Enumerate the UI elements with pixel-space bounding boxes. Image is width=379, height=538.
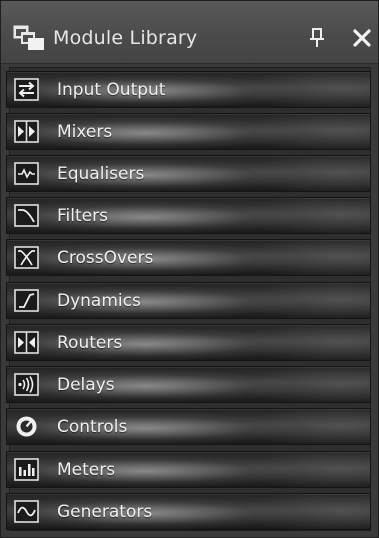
category-label: Mixers: [57, 122, 113, 142]
dynamics-icon: [14, 289, 39, 312]
equaliser-icon: [14, 162, 39, 185]
category-routers[interactable]: Routers: [6, 324, 371, 361]
category-delays[interactable]: Delays: [6, 366, 371, 403]
router-icon: [14, 331, 39, 354]
module-library-panel: Module Library Input Output Mixers Equal…: [0, 0, 379, 538]
category-filters[interactable]: Filters: [6, 197, 371, 234]
pin-icon[interactable]: [306, 26, 328, 50]
stacked-windows-icon: [13, 25, 44, 50]
category-dynamics[interactable]: Dynamics: [6, 282, 371, 319]
category-label: Controls: [57, 417, 128, 437]
control-icon: [16, 416, 37, 437]
input-output-icon: [14, 78, 39, 101]
category-label: Delays: [57, 375, 115, 395]
filter-icon: [14, 204, 39, 227]
generator-icon: [14, 500, 39, 523]
close-icon[interactable]: [350, 26, 374, 50]
category-label: Input Output: [57, 80, 166, 100]
mixer-icon: [14, 120, 39, 143]
crossover-icon: [14, 246, 39, 269]
category-label: Equalisers: [57, 164, 145, 184]
category-equalisers[interactable]: Equalisers: [6, 155, 371, 192]
category-label: Meters: [57, 460, 116, 480]
category-input-output[interactable]: Input Output: [6, 71, 371, 108]
category-meters[interactable]: Meters: [6, 451, 371, 488]
category-controls[interactable]: Controls: [6, 408, 371, 445]
category-label: Filters: [57, 206, 108, 226]
panel-title-bar[interactable]: Module Library: [1, 1, 378, 64]
category-label: Routers: [57, 333, 123, 353]
category-label: CrossOvers: [57, 248, 154, 268]
category-mixers[interactable]: Mixers: [6, 113, 371, 150]
category-label: Generators: [57, 502, 153, 522]
delay-icon: [14, 373, 39, 396]
panel-title: Module Library: [53, 27, 198, 49]
meter-icon: [14, 458, 39, 481]
category-label: Dynamics: [57, 291, 141, 311]
category-generators[interactable]: Generators: [6, 493, 371, 530]
category-crossovers[interactable]: CrossOvers: [6, 239, 371, 276]
